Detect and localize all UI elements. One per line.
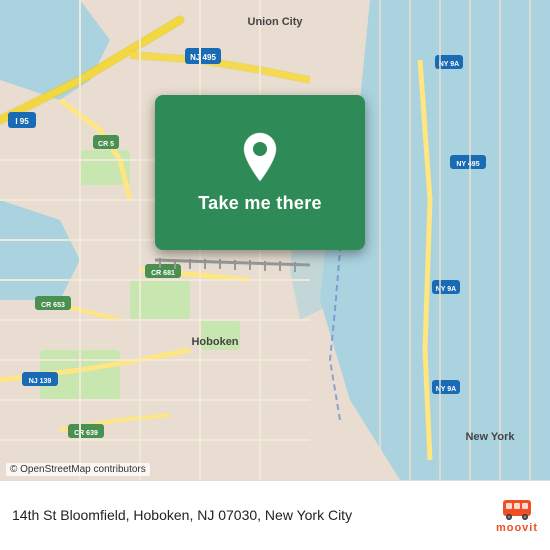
take-me-there-button[interactable]: Take me there xyxy=(155,95,365,250)
svg-text:CR 5: CR 5 xyxy=(98,141,114,148)
svg-text:CR 653: CR 653 xyxy=(41,302,65,309)
moovit-text: moovit xyxy=(496,522,538,534)
svg-text:NY 9A: NY 9A xyxy=(436,386,457,393)
svg-text:New York: New York xyxy=(465,431,515,443)
map-attribution: © OpenStreetMap contributors xyxy=(6,463,150,476)
location-pin-icon xyxy=(238,131,282,183)
map-container: I 95 NJ 495 CR 5 NJ 139 CR 681 CR 653 CR… xyxy=(0,0,550,480)
svg-text:CR 639: CR 639 xyxy=(74,430,98,437)
svg-text:NJ 495: NJ 495 xyxy=(190,53,216,62)
svg-text:NY 9A: NY 9A xyxy=(439,61,460,68)
svg-text:NY 9A: NY 9A xyxy=(436,286,457,293)
svg-text:Hoboken: Hoboken xyxy=(191,336,238,348)
svg-text:NJ 139: NJ 139 xyxy=(29,378,52,385)
moovit-logo: moovit xyxy=(496,498,538,534)
svg-text:NY 495: NY 495 xyxy=(456,161,479,168)
take-me-there-label: Take me there xyxy=(198,193,322,214)
bottom-bar: 14th St Bloomfield, Hoboken, NJ 07030, N… xyxy=(0,480,550,550)
moovit-bus-icon xyxy=(501,498,533,520)
svg-text:I 95: I 95 xyxy=(15,117,29,126)
address-text: 14th St Bloomfield, Hoboken, NJ 07030, N… xyxy=(12,506,352,526)
svg-text:CR 681: CR 681 xyxy=(151,270,175,277)
svg-text:Union City: Union City xyxy=(248,16,304,28)
